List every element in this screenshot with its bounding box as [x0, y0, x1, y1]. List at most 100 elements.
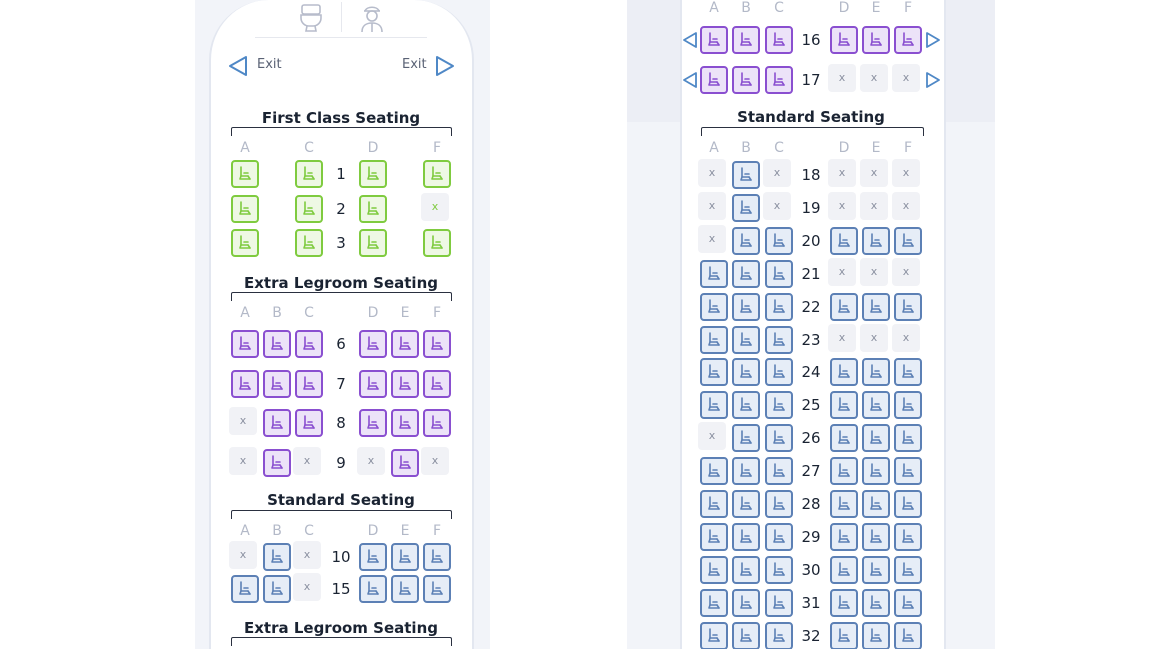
seat-26-5[interactable] [894, 424, 922, 453]
seat-32-5[interactable] [894, 621, 922, 649]
seat-32-3[interactable] [830, 621, 858, 649]
seat-16-5[interactable] [894, 26, 922, 54]
seat-2-2[interactable] [295, 195, 323, 223]
seat-1-0[interactable] [231, 160, 259, 188]
seat-22-4[interactable] [862, 292, 890, 321]
seat-10-1[interactable] [263, 543, 291, 571]
seat-7-4[interactable] [391, 370, 419, 398]
seat-8-3[interactable] [359, 409, 387, 437]
seat-27-3[interactable] [830, 457, 858, 486]
seat-9-4[interactable] [391, 449, 419, 477]
seat-17-1[interactable] [732, 66, 760, 94]
seat-8-1[interactable] [263, 409, 291, 437]
seat-25-1[interactable] [732, 391, 760, 420]
seat-15-4[interactable] [391, 575, 419, 603]
seat-22-3[interactable] [830, 292, 858, 321]
seat-6-4[interactable] [391, 330, 419, 358]
seat-28-2[interactable] [765, 490, 793, 518]
seat-26-4[interactable] [862, 424, 890, 453]
seat-26-1[interactable] [732, 424, 760, 453]
seat-29-2[interactable] [765, 522, 793, 551]
seat-7-2[interactable] [295, 370, 323, 398]
seat-1-5[interactable] [423, 160, 451, 188]
seat-22-5[interactable] [894, 292, 922, 321]
seat-25-4[interactable] [862, 391, 890, 420]
seat-1-2[interactable] [295, 160, 323, 188]
seat-32-0[interactable] [700, 621, 728, 649]
seat-24-1[interactable] [732, 358, 760, 387]
seat-27-1[interactable] [732, 457, 760, 486]
seat-30-2[interactable] [765, 555, 793, 584]
seat-6-5[interactable] [423, 330, 451, 358]
seat-10-5[interactable] [423, 543, 451, 571]
seat-29-1[interactable] [732, 522, 760, 551]
seat-7-0[interactable] [231, 370, 259, 398]
seat-19-1[interactable] [732, 193, 760, 222]
seat-25-2[interactable] [765, 391, 793, 420]
seat-24-5[interactable] [894, 358, 922, 387]
seat-29-5[interactable] [894, 522, 922, 551]
seat-29-0[interactable] [700, 522, 728, 551]
seat-17-0[interactable] [700, 66, 728, 94]
seat-6-2[interactable] [295, 330, 323, 358]
seat-26-2[interactable] [765, 424, 793, 453]
seat-16-1[interactable] [732, 26, 760, 54]
seat-31-0[interactable] [700, 588, 728, 617]
seat-29-4[interactable] [862, 522, 890, 551]
seat-16-4[interactable] [862, 26, 890, 54]
seat-24-4[interactable] [862, 358, 890, 387]
seat-28-4[interactable] [862, 490, 890, 518]
seat-2-3[interactable] [359, 195, 387, 223]
seat-30-4[interactable] [862, 555, 890, 584]
seat-7-1[interactable] [263, 370, 291, 398]
seat-27-0[interactable] [700, 457, 728, 486]
seat-15-5[interactable] [423, 575, 451, 603]
seat-23-0[interactable] [700, 325, 728, 354]
seat-23-2[interactable] [765, 325, 793, 354]
seat-31-5[interactable] [894, 588, 922, 617]
seat-32-4[interactable] [862, 621, 890, 649]
seat-29-3[interactable] [830, 522, 858, 551]
seat-23-1[interactable] [732, 325, 760, 354]
seat-20-1[interactable] [732, 226, 760, 255]
seat-15-1[interactable] [263, 575, 291, 603]
seat-18-1[interactable] [732, 161, 760, 189]
seat-22-2[interactable] [765, 292, 793, 321]
seat-21-1[interactable] [732, 259, 760, 288]
seat-32-2[interactable] [765, 621, 793, 649]
seat-15-3[interactable] [359, 575, 387, 603]
seat-3-3[interactable] [359, 229, 387, 257]
seat-7-3[interactable] [359, 370, 387, 398]
seat-9-1[interactable] [263, 449, 291, 477]
seat-3-5[interactable] [423, 229, 451, 257]
seat-6-3[interactable] [359, 330, 387, 358]
seat-15-0[interactable] [231, 575, 259, 603]
seat-8-2[interactable] [295, 409, 323, 437]
seat-20-2[interactable] [765, 226, 793, 255]
seat-24-3[interactable] [830, 358, 858, 387]
seat-20-4[interactable] [862, 226, 890, 255]
seat-3-0[interactable] [231, 229, 259, 257]
seat-24-0[interactable] [700, 358, 728, 387]
seat-16-2[interactable] [765, 26, 793, 54]
seat-28-5[interactable] [894, 490, 922, 518]
seat-21-0[interactable] [700, 259, 728, 288]
seat-28-3[interactable] [830, 490, 858, 518]
seat-25-0[interactable] [700, 391, 728, 420]
seat-17-2[interactable] [765, 66, 793, 94]
seat-10-3[interactable] [359, 543, 387, 571]
seat-7-5[interactable] [423, 370, 451, 398]
seat-8-5[interactable] [423, 409, 451, 437]
seat-1-3[interactable] [359, 160, 387, 188]
seat-10-4[interactable] [391, 543, 419, 571]
seat-16-3[interactable] [830, 26, 858, 54]
seat-31-2[interactable] [765, 588, 793, 617]
seat-25-5[interactable] [894, 391, 922, 420]
seat-27-4[interactable] [862, 457, 890, 486]
seat-20-3[interactable] [830, 226, 858, 255]
seat-27-2[interactable] [765, 457, 793, 486]
seat-30-3[interactable] [830, 555, 858, 584]
seat-6-1[interactable] [263, 330, 291, 358]
seat-26-3[interactable] [830, 424, 858, 453]
seat-28-1[interactable] [732, 490, 760, 518]
